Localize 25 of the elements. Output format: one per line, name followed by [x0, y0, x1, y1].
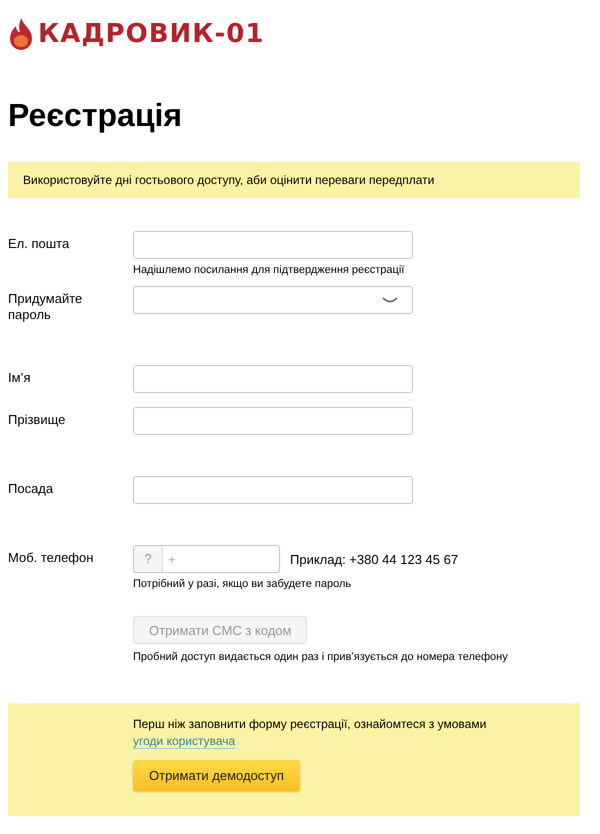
- phone-field[interactable]: ? +: [133, 545, 280, 574]
- field-label: Придумайте пароль: [8, 290, 84, 324]
- country-code[interactable]: ?: [134, 546, 163, 572]
- field-label: Посада: [8, 480, 54, 498]
- text-field[interactable]: [133, 365, 413, 394]
- text-field[interactable]: [133, 231, 413, 260]
- agreement-text: Перш ніж заповнити форму реєстрації, ознайомтеся з умовами угоди користувача: [133, 716, 488, 750]
- text-field[interactable]: [133, 476, 413, 504]
- trial-note: Пробний доступ видається один раз і прив’язується до номера телефону: [133, 651, 509, 664]
- field-label: Ім’я: [8, 369, 32, 386]
- eye-closed-icon[interactable]: [382, 296, 398, 304]
- field-label: Прізвище: [8, 411, 66, 428]
- get-demo-button[interactable]: Отримати демодоступ: [133, 760, 300, 792]
- field-hint: Надішлемо посилання для підтвердження реєстрації: [133, 264, 406, 276]
- flame-icon: [8, 17, 34, 51]
- page-title: Реєстрація: [8, 96, 184, 134]
- text-field[interactable]: [133, 407, 413, 436]
- example-text: Приклад: +380 44 123 45 67: [290, 552, 458, 567]
- password-field[interactable]: [133, 286, 413, 314]
- logo-text: КАДРОВИК-01: [38, 19, 264, 49]
- field-label: Ел. пошта: [8, 235, 70, 252]
- user-agreement-link[interactable]: угоди користувача: [133, 734, 236, 750]
- field-label: Моб. телефон: [8, 549, 94, 566]
- notice-banner: Використовуйте дні гостьового доступу, аби оцінити переваги передплати: [8, 162, 580, 198]
- field-hint: Потрібний у разі, якщо ви забудете пароль: [133, 578, 352, 590]
